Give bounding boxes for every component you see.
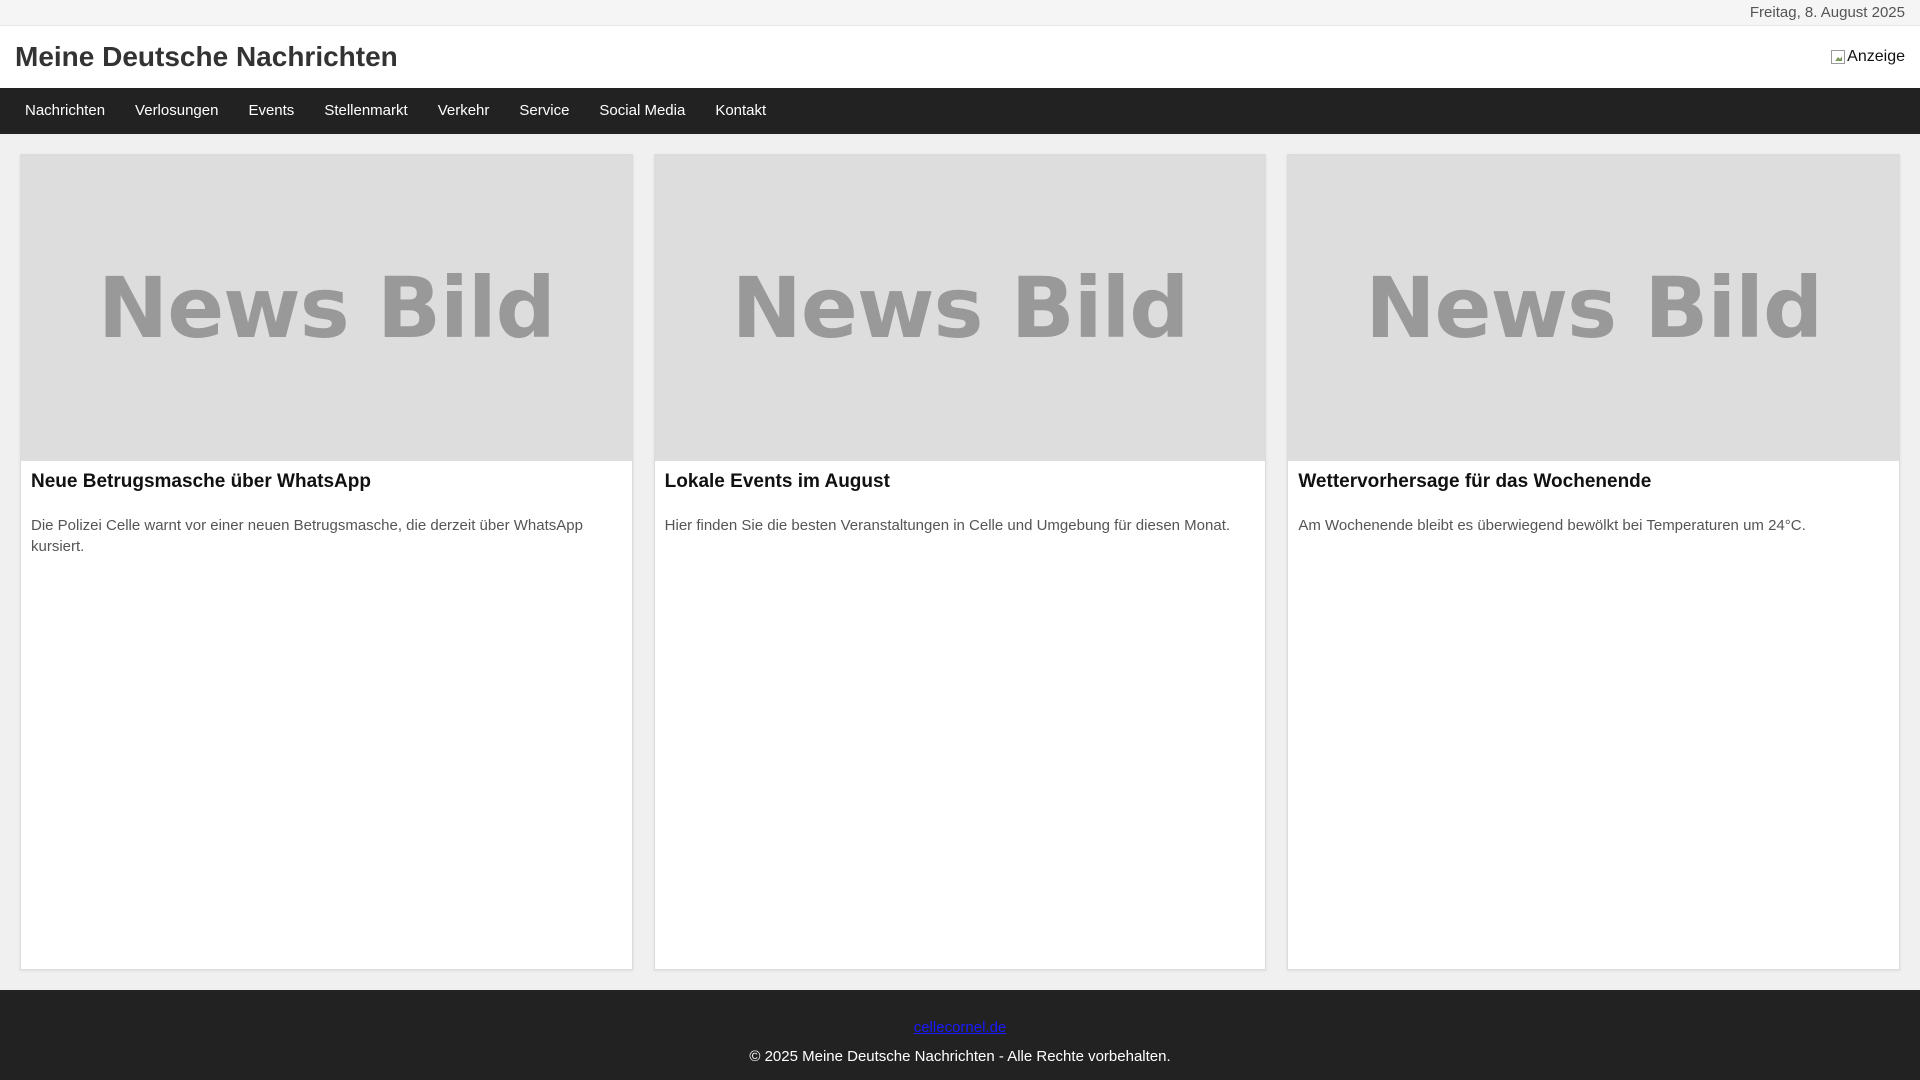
news-image-placeholder[interactable]: News Bild [1288, 155, 1900, 461]
site-header: Meine Deutsche Nachrichten Anzeige [0, 26, 1920, 88]
broken-image-icon [1831, 50, 1846, 64]
article-card[interactable]: News Bild Neue Betrugsmasche über WhatsA… [20, 154, 633, 970]
nav-item-stellenmarkt[interactable]: Stellenmarkt [309, 88, 422, 134]
news-image-label: News Bild [1365, 259, 1823, 357]
footer-link[interactable]: cellecornel.de [914, 1019, 1007, 1036]
article-body: Lokale Events im August Hier finden Sie … [655, 461, 1266, 546]
article-grid: News Bild Neue Betrugsmasche über WhatsA… [0, 134, 1920, 994]
article-card[interactable]: News Bild Wettervorhersage für das Woche… [1287, 154, 1901, 970]
nav-item-kontakt[interactable]: Kontakt [700, 88, 781, 134]
article-body: Wettervorhersage für das Wochenende Am W… [1288, 461, 1899, 546]
nav-item-verlosungen[interactable]: Verlosungen [120, 88, 233, 134]
footer-copyright: © 2025 Meine Deutsche Nachrichten - Alle… [749, 1048, 1171, 1065]
news-image-placeholder[interactable]: News Bild [21, 155, 632, 461]
site-footer: cellecornel.de © 2025 Meine Deutsche Nac… [0, 990, 1920, 1080]
article-teaser: Hier finden Sie die besten Veranstaltung… [664, 517, 1231, 534]
article-teaser: Am Wochenende bleibt es überwiegend bewö… [1298, 517, 1806, 534]
ad-banner[interactable]: Anzeige [1831, 48, 1905, 66]
top-date-bar: Freitag, 8. August 2025 [0, 0, 1920, 26]
site-title[interactable]: Meine Deutsche Nachrichten [15, 41, 398, 73]
article-card[interactable]: News Bild Lokale Events im August Hier f… [653, 154, 1267, 970]
nav-item-social-media[interactable]: Social Media [584, 88, 700, 134]
article-title[interactable]: Neue Betrugsmasche über WhatsApp [31, 471, 622, 493]
current-date: Freitag, 8. August 2025 [1749, 4, 1905, 21]
article-body: Neue Betrugsmasche über WhatsApp Die Pol… [21, 461, 632, 567]
news-image-label: News Bild [731, 259, 1190, 357]
nav-item-nachrichten[interactable]: Nachrichten [10, 88, 120, 134]
news-image-label: News Bild [97, 259, 556, 357]
news-image-placeholder[interactable]: News Bild [654, 155, 1266, 461]
article-teaser: Die Polizei Celle warnt vor einer neuen … [31, 517, 583, 555]
ad-alt-text: Anzeige [1847, 48, 1905, 65]
article-title[interactable]: Lokale Events im August [665, 471, 1256, 493]
nav-item-events[interactable]: Events [233, 88, 309, 134]
article-title[interactable]: Wettervorhersage für das Wochenende [1298, 471, 1889, 493]
nav-item-service[interactable]: Service [504, 88, 584, 134]
nav-item-verkehr[interactable]: Verkehr [423, 88, 505, 134]
main-navigation: Nachrichten Verlosungen Events Stellenma… [0, 88, 1920, 134]
